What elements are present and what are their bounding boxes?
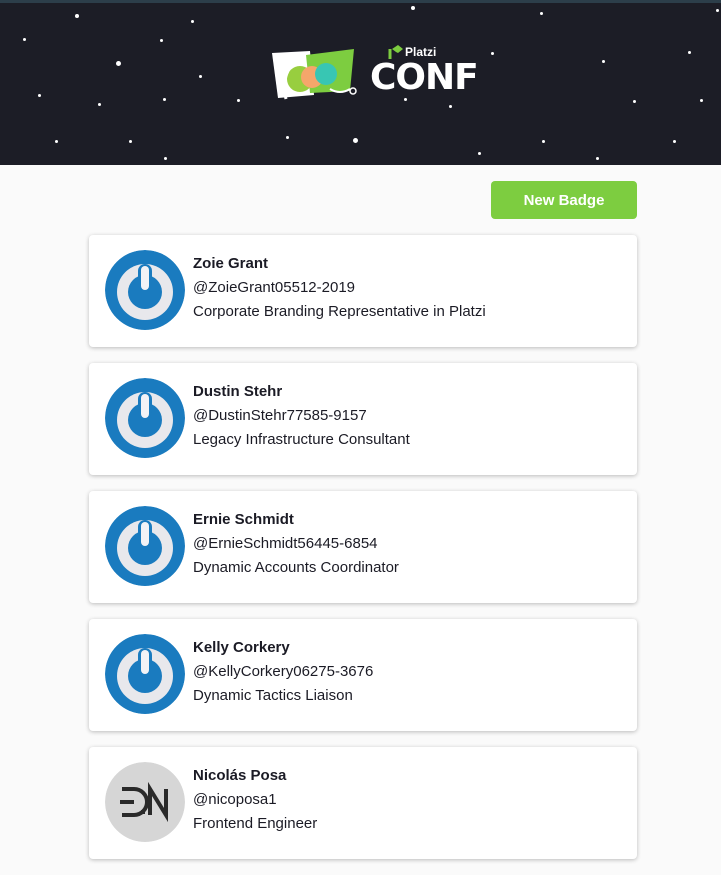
badge-name: Ernie Schmidt [193, 511, 294, 528]
platzi-conf-logo: Platzi CONF [270, 43, 479, 105]
star-icon [98, 103, 101, 106]
star-icon [491, 52, 494, 55]
star-icon [478, 152, 481, 155]
power-icon [105, 634, 185, 714]
star-icon [716, 9, 719, 12]
star-icon [129, 140, 132, 143]
star-icon [542, 140, 545, 143]
badge-card[interactable]: Ernie Schmidt @ErnieSchmidt56445-6854 Dy… [89, 491, 637, 603]
power-icon [105, 250, 185, 330]
star-icon [596, 157, 599, 160]
star-icon [55, 140, 58, 143]
badge-job-title: Dynamic Accounts Coordinator [193, 559, 399, 576]
dn-monogram-avatar [105, 762, 185, 842]
star-icon [191, 20, 194, 23]
badge-job-title: Frontend Engineer [193, 815, 318, 832]
star-icon [23, 38, 26, 41]
badge-handle: @ErnieSchmidt56445-6854 [193, 535, 378, 552]
star-icon [673, 140, 676, 143]
power-icon-avatar [105, 250, 185, 330]
power-icon [105, 506, 185, 586]
badge-card[interactable]: Kelly Corkery @KellyCorkery06275-3676 Dy… [89, 619, 637, 731]
badge-list: Zoie Grant @ZoieGrant05512-2019 Corporat… [89, 235, 637, 875]
star-icon [540, 12, 543, 15]
star-icon [199, 75, 202, 78]
star-icon [700, 99, 703, 102]
badge-name: Dustin Stehr [193, 383, 283, 400]
star-icon [38, 94, 41, 97]
star-icon [411, 6, 415, 10]
star-icon [116, 61, 121, 66]
badge-card[interactable]: Nicolás Posa @nicoposa1 Frontend Enginee… [89, 747, 637, 859]
badge-card[interactable]: Zoie Grant @ZoieGrant05512-2019 Corporat… [89, 235, 637, 347]
badge-job-title: Legacy Infrastructure Consultant [193, 431, 410, 448]
new-badge-button[interactable]: New Badge [491, 181, 637, 219]
conf-logo-text: CONF [370, 57, 479, 98]
power-icon-avatar [105, 634, 185, 714]
badge-handle: @DustinStehr77585-9157 [193, 407, 367, 424]
star-icon [633, 100, 636, 103]
badge-card[interactable]: Dustin Stehr @DustinStehr77585-9157 Lega… [89, 363, 637, 475]
badge-handle: @KellyCorkery06275-3676 [193, 663, 374, 680]
badge-handle: @nicoposa1 [193, 791, 277, 808]
star-icon [602, 60, 605, 63]
power-icon-avatar [105, 378, 185, 458]
badge-job-title: Dynamic Tactics Liaison [193, 687, 353, 704]
star-icon [353, 138, 358, 143]
badges-toolbar: New Badge [0, 165, 721, 235]
badge-name: Nicolás Posa [193, 767, 287, 784]
badge-job-title: Corporate Branding Representative in Pla… [193, 303, 486, 320]
dn-monogram-icon [105, 762, 185, 842]
star-icon [237, 99, 240, 102]
star-icon [286, 136, 289, 139]
hero-header: Platzi CONF [0, 0, 721, 165]
badge-handle: @ZoieGrant05512-2019 [193, 279, 355, 296]
star-icon [449, 105, 452, 108]
star-icon [163, 98, 166, 101]
star-icon [164, 157, 167, 160]
star-icon [75, 14, 79, 18]
badge-name: Kelly Corkery [193, 639, 290, 656]
star-icon [160, 39, 163, 42]
star-icon [688, 51, 691, 54]
power-icon [105, 378, 185, 458]
power-icon-avatar [105, 506, 185, 586]
badge-name: Zoie Grant [193, 255, 269, 272]
